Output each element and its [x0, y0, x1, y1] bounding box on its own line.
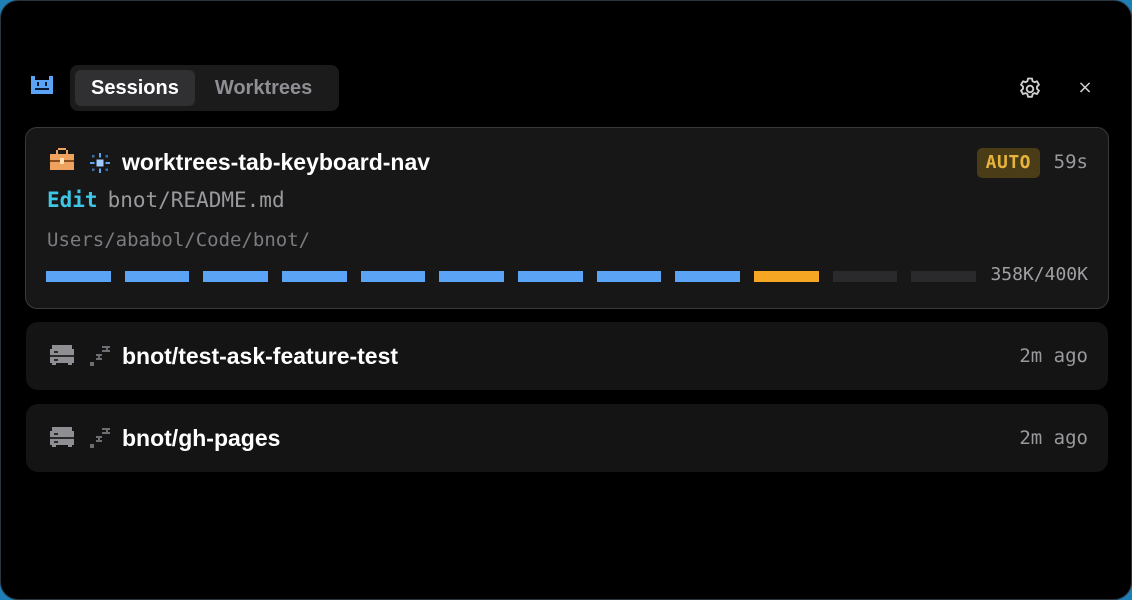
- session-elapsed-time: 59s: [1053, 151, 1088, 173]
- context-segment-empty: [911, 271, 976, 282]
- current-action: Edit bnot/README.md: [47, 188, 285, 212]
- context-segment-filled: [360, 271, 426, 282]
- action-path: bnot/README.md: [107, 188, 285, 212]
- session-title: worktrees-tab-keyboard-nav: [122, 149, 431, 175]
- settings-button[interactable]: [1016, 75, 1044, 103]
- context-segment-filled: [596, 271, 662, 282]
- context-segment-filled: [124, 271, 190, 282]
- sleep-zzz-icon: [90, 428, 110, 448]
- context-usage-label: 358K/400K: [990, 264, 1088, 285]
- session-card[interactable]: bnot/test-ask-feature-test 2m ago: [26, 322, 1108, 390]
- context-segment-filled: [439, 271, 504, 282]
- session-card[interactable]: bnot/gh-pages 2m ago: [26, 404, 1108, 472]
- tab-sessions[interactable]: Sessions: [75, 70, 195, 106]
- action-verb: Edit: [47, 188, 98, 212]
- tab-worktrees[interactable]: Worktrees: [199, 70, 328, 106]
- pixel-toolbox-icon: [50, 148, 74, 170]
- session-title: bnot/gh-pages: [122, 425, 281, 451]
- header-bar: Sessions Worktrees ×: [1, 63, 1131, 113]
- session-last-active: 2m ago: [1019, 345, 1088, 367]
- context-segment-filled: [518, 271, 583, 282]
- context-usage-bar: [46, 271, 976, 282]
- sessions-popover-window: Sessions Worktrees × worktrees-tab-keybo…: [0, 0, 1132, 600]
- close-button[interactable]: ×: [1075, 78, 1095, 98]
- auto-mode-badge: AUTO: [976, 148, 1040, 178]
- sleep-zzz-icon: [90, 346, 110, 366]
- working-directory: Users/ababol/Code/bnot/: [47, 229, 311, 251]
- context-segment-warning: [754, 271, 819, 282]
- context-segment-filled: [675, 271, 740, 282]
- context-segment-empty: [832, 271, 898, 282]
- context-segment-filled: [203, 271, 268, 282]
- context-segment-filled: [46, 271, 111, 282]
- context-segment-filled: [282, 271, 347, 282]
- pixel-robot-icon: [31, 76, 53, 94]
- pixel-server-icon: [50, 345, 74, 365]
- pixel-server-icon: [50, 427, 74, 447]
- session-card-active[interactable]: worktrees-tab-keyboard-nav AUTO 59s Edit…: [25, 127, 1109, 309]
- session-last-active: 2m ago: [1019, 427, 1088, 449]
- gear-icon: [1020, 77, 1040, 98]
- tab-switcher: Sessions Worktrees: [70, 65, 339, 111]
- pixel-sparkle-icon: [90, 153, 110, 173]
- session-title: bnot/test-ask-feature-test: [122, 343, 399, 369]
